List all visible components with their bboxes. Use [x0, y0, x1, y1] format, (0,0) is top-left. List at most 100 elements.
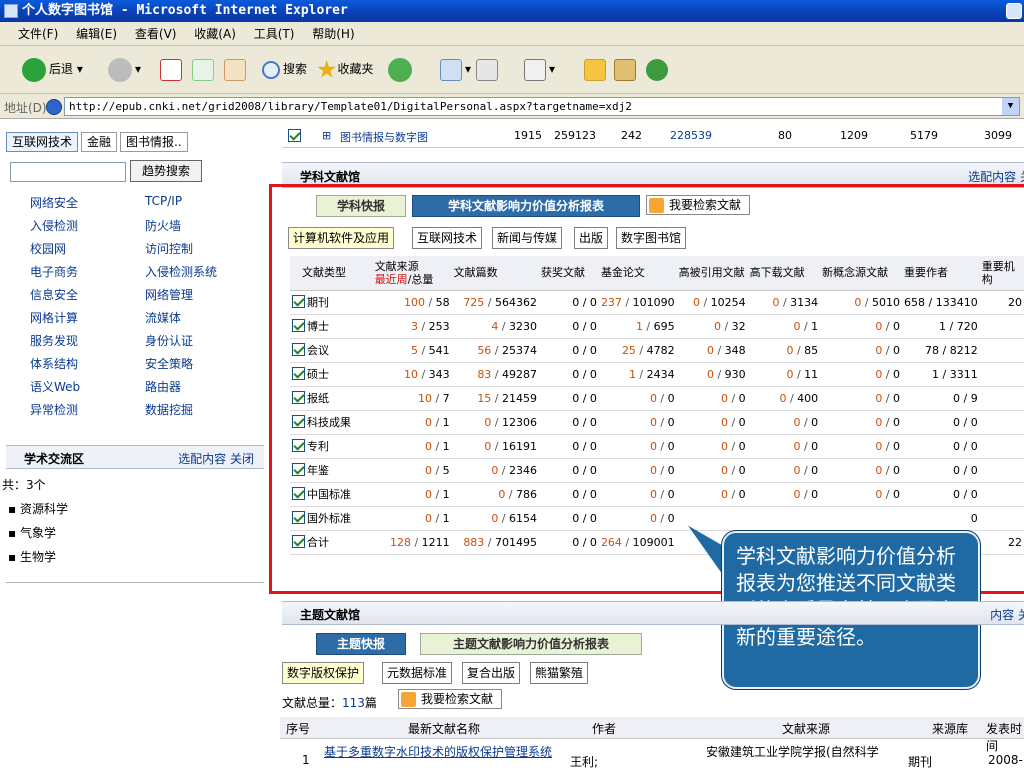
cell-cited[interactable]: 0 / 0: [676, 434, 748, 459]
stop-button[interactable]: [160, 54, 185, 84]
cell-fund[interactable]: 0 / 0: [598, 506, 677, 531]
cell-newc[interactable]: 0 / 0: [820, 338, 903, 363]
cell-type[interactable]: 年鉴: [290, 458, 373, 483]
keyword-link[interactable]: 网络安全: [30, 194, 78, 211]
cell-docs[interactable]: 56 / 25374: [451, 338, 540, 363]
cell-fund[interactable]: 0 / 0: [598, 458, 677, 483]
row-checkbox[interactable]: [292, 487, 305, 500]
folder-button[interactable]: [584, 54, 609, 84]
tab-topic-quick[interactable]: 主题快报: [316, 633, 406, 655]
menu-file[interactable]: 文件(F): [18, 27, 58, 41]
cell-type[interactable]: 中国标准: [290, 482, 373, 507]
tab-subject-quick[interactable]: 学科快报: [316, 195, 406, 217]
academic-area-actions[interactable]: 选配内容 关闭: [178, 450, 254, 467]
cell-docs[interactable]: 0 / 6154: [451, 506, 540, 531]
academic-item[interactable]: ▪ 生物学: [8, 548, 56, 565]
row-checkbox[interactable]: [292, 415, 305, 428]
cell-down[interactable]: 0 / 400: [747, 386, 821, 411]
topic-category-tab[interactable]: 数字版权保护: [282, 662, 365, 684]
row-checkbox[interactable]: [292, 535, 305, 548]
menu-help[interactable]: 帮助(H): [312, 27, 354, 41]
keyword-link[interactable]: 身份认证: [145, 332, 193, 349]
cell-down[interactable]: 0 / 0: [747, 434, 821, 459]
keyword-link[interactable]: 网格计算: [30, 309, 78, 326]
cell-newc[interactable]: 0 / 0: [820, 362, 903, 387]
trend-search-button[interactable]: 趋势搜索: [130, 160, 202, 182]
menu-edit[interactable]: 编辑(E): [76, 27, 117, 41]
history-button[interactable]: [388, 54, 415, 84]
category-tab[interactable]: 新闻与传媒: [492, 227, 563, 249]
cell-down[interactable]: 0 / 1: [747, 314, 821, 339]
cell-source[interactable]: 5 / 541: [372, 338, 452, 363]
tab-subject-analysis[interactable]: 学科文献影响力价值分析报表: [412, 195, 640, 217]
cell-source[interactable]: 0 / 1: [372, 482, 452, 507]
cell-type[interactable]: 期刊: [290, 290, 373, 315]
mail-button[interactable]: ▾: [440, 54, 471, 84]
cell-down[interactable]: 0 / 0: [747, 482, 821, 507]
keyword-link[interactable]: 数据挖掘: [145, 401, 193, 418]
cell-docs[interactable]: 0 / 16191: [451, 434, 540, 459]
cell-type[interactable]: 专利: [290, 434, 373, 459]
cell-docs[interactable]: 0 / 786: [451, 482, 540, 507]
cell-type[interactable]: 科技成果: [290, 410, 373, 435]
cell-down[interactable]: 0 / 11: [747, 362, 821, 387]
tab-finance[interactable]: 金融: [81, 132, 118, 152]
keyword-link[interactable]: 入侵检测系统: [145, 263, 217, 280]
cell-cited[interactable]: 0 / 348: [676, 338, 748, 363]
category-tab[interactable]: 出版: [574, 227, 609, 249]
cell-cited[interactable]: 0 / 0: [676, 458, 748, 483]
cell-fund[interactable]: 0 / 0: [598, 434, 677, 459]
row-checkbox[interactable]: [292, 295, 305, 308]
topic-category-tab[interactable]: 复合出版: [462, 662, 521, 684]
menu-view[interactable]: 查看(V): [135, 27, 177, 41]
research-button[interactable]: [614, 54, 639, 84]
cell-source[interactable]: 0 / 1: [372, 410, 452, 435]
cell-fund[interactable]: 1 / 695: [598, 314, 677, 339]
cell-docs[interactable]: 4 / 3230: [451, 314, 540, 339]
cell-type[interactable]: 报纸: [290, 386, 373, 411]
trend-search-input[interactable]: [10, 162, 126, 182]
cell-cited[interactable]: 0 / 10254: [676, 290, 748, 315]
home-button[interactable]: [224, 54, 249, 84]
cell-cited[interactable]: 0 / 0: [676, 482, 748, 507]
cell-docs[interactable]: 883 / 701495: [451, 530, 540, 555]
keyword-link[interactable]: 电子商务: [30, 263, 78, 280]
keyword-link[interactable]: 信息安全: [30, 286, 78, 303]
menu-favorites[interactable]: 收藏(A): [194, 27, 236, 41]
cell-type[interactable]: 博士: [290, 314, 373, 339]
cell-docs[interactable]: 15 / 21459: [451, 386, 540, 411]
topic-library-actions[interactable]: 内容 关: [990, 606, 1024, 623]
category-tab[interactable]: 计算机软件及应用: [288, 227, 395, 249]
cell-cited[interactable]: 0 / 0: [676, 386, 748, 411]
tab-internet-tech[interactable]: 互联网技术: [6, 132, 79, 152]
search-button[interactable]: 搜索: [262, 54, 307, 84]
cell-fund[interactable]: 237 / 101090: [598, 290, 677, 315]
row-checkbox[interactable]: [292, 511, 305, 524]
cell-newc[interactable]: 0 / 0: [820, 458, 903, 483]
row-checkbox[interactable]: [292, 319, 305, 332]
topic-search-button[interactable]: 我要检索文献: [398, 689, 503, 709]
row-checkbox[interactable]: [288, 129, 301, 142]
category-tab[interactable]: 互联网技术: [412, 227, 483, 249]
row-checkbox[interactable]: [292, 391, 305, 404]
keyword-link[interactable]: 语义Web: [30, 378, 80, 395]
cell-docs[interactable]: 0 / 2346: [451, 458, 540, 483]
refresh-button[interactable]: [192, 54, 217, 84]
cell-newc[interactable]: [820, 506, 903, 531]
cell-down[interactable]: 0 / 3134: [747, 290, 821, 315]
cell-newc[interactable]: 0 / 0: [820, 386, 903, 411]
cell-source[interactable]: 3 / 253: [372, 314, 452, 339]
keyword-link[interactable]: 入侵检测: [30, 217, 78, 234]
edit-button[interactable]: ▾: [524, 54, 555, 84]
print-button[interactable]: [476, 54, 501, 84]
academic-item[interactable]: ▪ 资源科学: [8, 500, 68, 517]
subject-library-actions[interactable]: 选配内容 关: [968, 168, 1024, 185]
cell-source[interactable]: 0 / 1: [372, 434, 452, 459]
keyword-link[interactable]: 服务发现: [30, 332, 78, 349]
keyword-link[interactable]: 网络管理: [145, 286, 193, 303]
keyword-link[interactable]: 流媒体: [145, 309, 181, 326]
topic-category-tab[interactable]: 元数据标准: [382, 662, 453, 684]
url-field[interactable]: http://epub.cnki.net/grid2008/library/Te…: [64, 97, 1020, 116]
cell-down[interactable]: 0 / 85: [747, 338, 821, 363]
cell-type[interactable]: 硕士: [290, 362, 373, 387]
